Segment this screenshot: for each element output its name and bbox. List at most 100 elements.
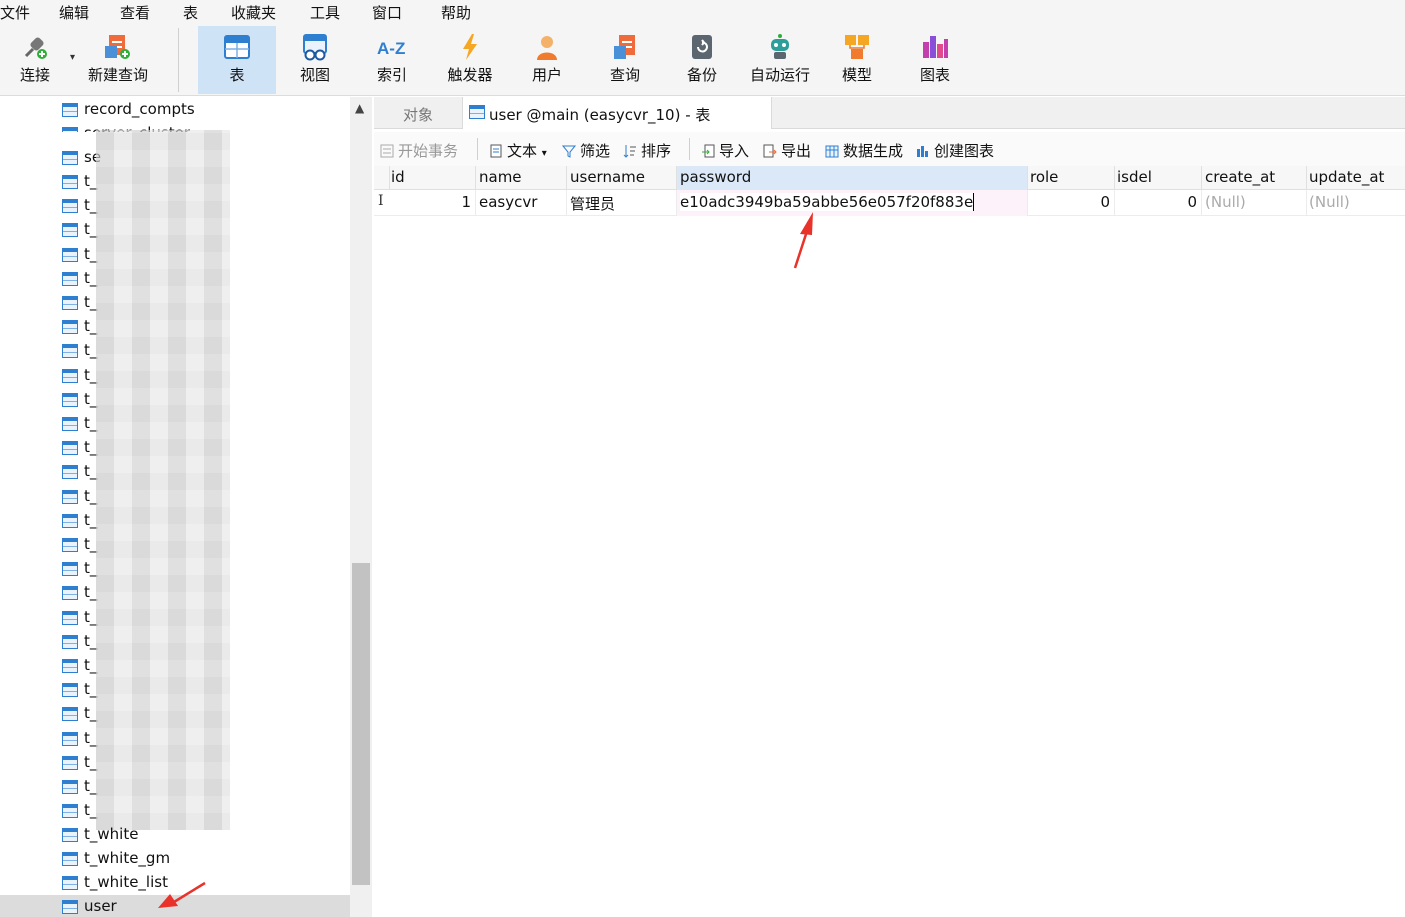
table-icon: [62, 852, 78, 866]
tab-objects[interactable]: 对象: [374, 97, 462, 129]
column-header-create-at[interactable]: create_at: [1202, 166, 1307, 190]
data-generation-button[interactable]: 数据生成: [825, 140, 903, 161]
cell-isdel[interactable]: 0: [1114, 190, 1202, 216]
sort-button[interactable]: 排序: [623, 140, 671, 161]
index-button[interactable]: A-Z 索引: [353, 26, 431, 94]
table-icon: [62, 271, 78, 286]
new-query-button[interactable]: 新建查询: [79, 26, 157, 94]
new-query-icon: [103, 32, 133, 62]
user-button[interactable]: 用户: [508, 26, 586, 94]
table-icon: [469, 105, 485, 119]
grid-header: id name username password role isdel cre…: [374, 166, 1405, 190]
text-view-button[interactable]: 文本 ▾: [489, 140, 547, 161]
user-icon: [532, 32, 562, 62]
cell-name[interactable]: easycvr: [476, 190, 567, 216]
table-icon: [62, 417, 78, 431]
backup-icon: [687, 32, 717, 62]
menu-file[interactable]: 文件: [0, 2, 30, 23]
text-cursor-icon: I: [378, 193, 384, 209]
begin-transaction-button[interactable]: 开始事务: [380, 140, 458, 161]
menu-table[interactable]: 表: [183, 2, 198, 23]
table-icon: [62, 175, 78, 189]
main-toolbar: 连接 ▾ 新建查询 表 视图 A-Z 索引 触发器 用户 查询 备份 自动运行 …: [0, 22, 1405, 96]
redaction-mosaic: [96, 130, 230, 830]
annotation-arrow-password: [793, 212, 813, 269]
table-icon: [62, 755, 78, 770]
query-button[interactable]: 查询: [586, 26, 664, 94]
lightning-icon: [455, 32, 485, 62]
column-header-password[interactable]: password: [677, 166, 1028, 190]
menu-tools[interactable]: 工具: [310, 2, 340, 23]
connect-button[interactable]: 连接: [0, 26, 74, 94]
cell-password[interactable]: e10adc3949ba59abbe56e057f20f883e: [677, 190, 1028, 216]
menu-window[interactable]: 窗口: [372, 2, 402, 23]
table-icon: [62, 296, 78, 310]
create-chart-button[interactable]: 创建图表: [916, 140, 994, 161]
table-icon: [62, 562, 78, 577]
chart-icon: [920, 32, 950, 62]
column-header-username[interactable]: username: [567, 166, 677, 190]
table-icon: [62, 828, 78, 842]
tree-item-t-white[interactable]: t_white: [60, 823, 350, 847]
chevron-down-icon: ▾: [541, 148, 547, 159]
view-button[interactable]: 视图: [276, 26, 354, 94]
tree-item-record-compts[interactable]: record_compts: [60, 98, 350, 122]
table-icon: [62, 513, 78, 528]
cell-username[interactable]: 管理员: [567, 190, 677, 216]
table-icon: [62, 247, 78, 262]
cell-id[interactable]: 1: [388, 190, 476, 216]
table-icon: [62, 634, 78, 649]
table-icon: [62, 103, 78, 117]
export-button[interactable]: 导出: [763, 140, 811, 161]
table-icon: [62, 320, 78, 335]
table-button[interactable]: 表: [198, 26, 276, 94]
table-toolbar: 开始事务 文本 ▾ 筛选 排序 导入 导出 数据生成 创建图表: [374, 132, 1405, 166]
chevron-up-icon[interactable]: ▲: [355, 101, 364, 115]
index-az-icon: A-Z: [377, 32, 407, 62]
table-icon: [62, 707, 78, 722]
table-icon: [62, 659, 78, 673]
connect-dropdown-icon[interactable]: ▾: [70, 52, 75, 63]
table-icon: [222, 32, 252, 62]
column-header-name[interactable]: name: [476, 166, 567, 190]
separator: [477, 138, 478, 160]
object-tree: record_compts server_cluster se t_t_t_t_…: [0, 97, 372, 917]
trigger-button[interactable]: 触发器: [431, 26, 509, 94]
menu-view[interactable]: 查看: [120, 2, 150, 23]
import-button[interactable]: 导入: [701, 140, 749, 161]
data-grid: id name username password role isdel cre…: [374, 166, 1405, 917]
query-icon: [610, 32, 640, 62]
cell-create-at[interactable]: (Null): [1202, 190, 1307, 216]
filter-button[interactable]: 筛选: [561, 140, 610, 161]
chart-button[interactable]: 图表: [896, 26, 974, 94]
table-icon: [62, 780, 78, 794]
toolbar-separator: [178, 28, 179, 92]
cell-update-at[interactable]: (Null): [1306, 190, 1405, 216]
table-icon: [62, 199, 78, 214]
model-icon: [842, 32, 872, 62]
column-header-id[interactable]: id: [388, 166, 476, 190]
annotation-arrow-user: [158, 881, 206, 908]
model-button[interactable]: 模型: [818, 26, 896, 94]
sidebar-scrollbar[interactable]: ▲: [350, 97, 372, 917]
menu-help[interactable]: 帮助: [441, 2, 471, 23]
chart-icon: [916, 144, 930, 158]
menu-edit[interactable]: 编辑: [59, 2, 89, 23]
tree-item-t-white-gm[interactable]: t_white_gm: [60, 847, 350, 871]
tab-user-table[interactable]: user @main (easycvr_10) - 表: [462, 97, 772, 129]
table-icon: [62, 683, 78, 698]
cell-role[interactable]: 0: [1027, 190, 1115, 216]
table-row[interactable]: I 1 easycvr 管理员 e10adc3949ba59abbe56e057…: [374, 190, 1405, 216]
table-icon: [62, 489, 78, 504]
column-header-update-at[interactable]: update_at: [1306, 166, 1405, 190]
column-header-role[interactable]: role: [1027, 166, 1115, 190]
menu-favorites[interactable]: 收藏夹: [231, 2, 276, 23]
table-icon: [62, 151, 78, 165]
table-icon: [62, 223, 78, 238]
automation-button[interactable]: 自动运行: [741, 26, 819, 94]
scroll-thumb[interactable]: [352, 563, 370, 885]
backup-button[interactable]: 备份: [663, 26, 741, 94]
document-icon: [489, 144, 503, 158]
column-header-isdel[interactable]: isdel: [1114, 166, 1202, 190]
plug-icon: [20, 32, 50, 62]
